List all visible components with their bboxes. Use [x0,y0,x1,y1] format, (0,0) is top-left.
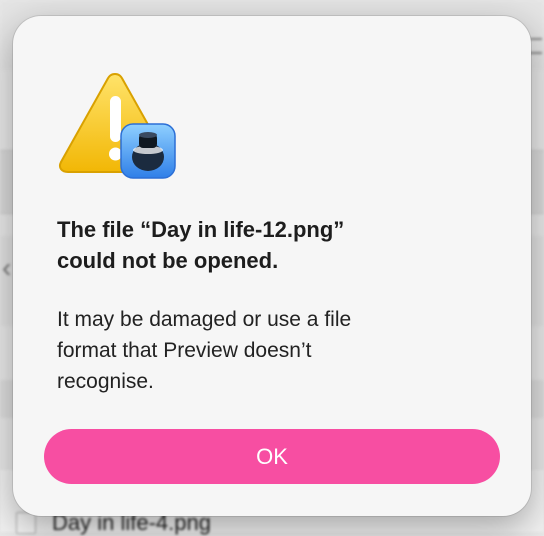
preview-app-icon [120,123,176,179]
alert-dialog: The file “Day in life-12.png” could not … [13,16,531,516]
warning-icon [58,72,176,179]
alert-message: It may be damaged or use a file format t… [57,308,352,393]
background-list-icon [530,38,542,54]
background-chevron-left-icon: ‹ [2,252,12,283]
alert-title: The file “Day in life-12.png” could not … [57,217,345,273]
ok-button[interactable]: OK [44,429,500,484]
background-file-icon [16,512,36,534]
